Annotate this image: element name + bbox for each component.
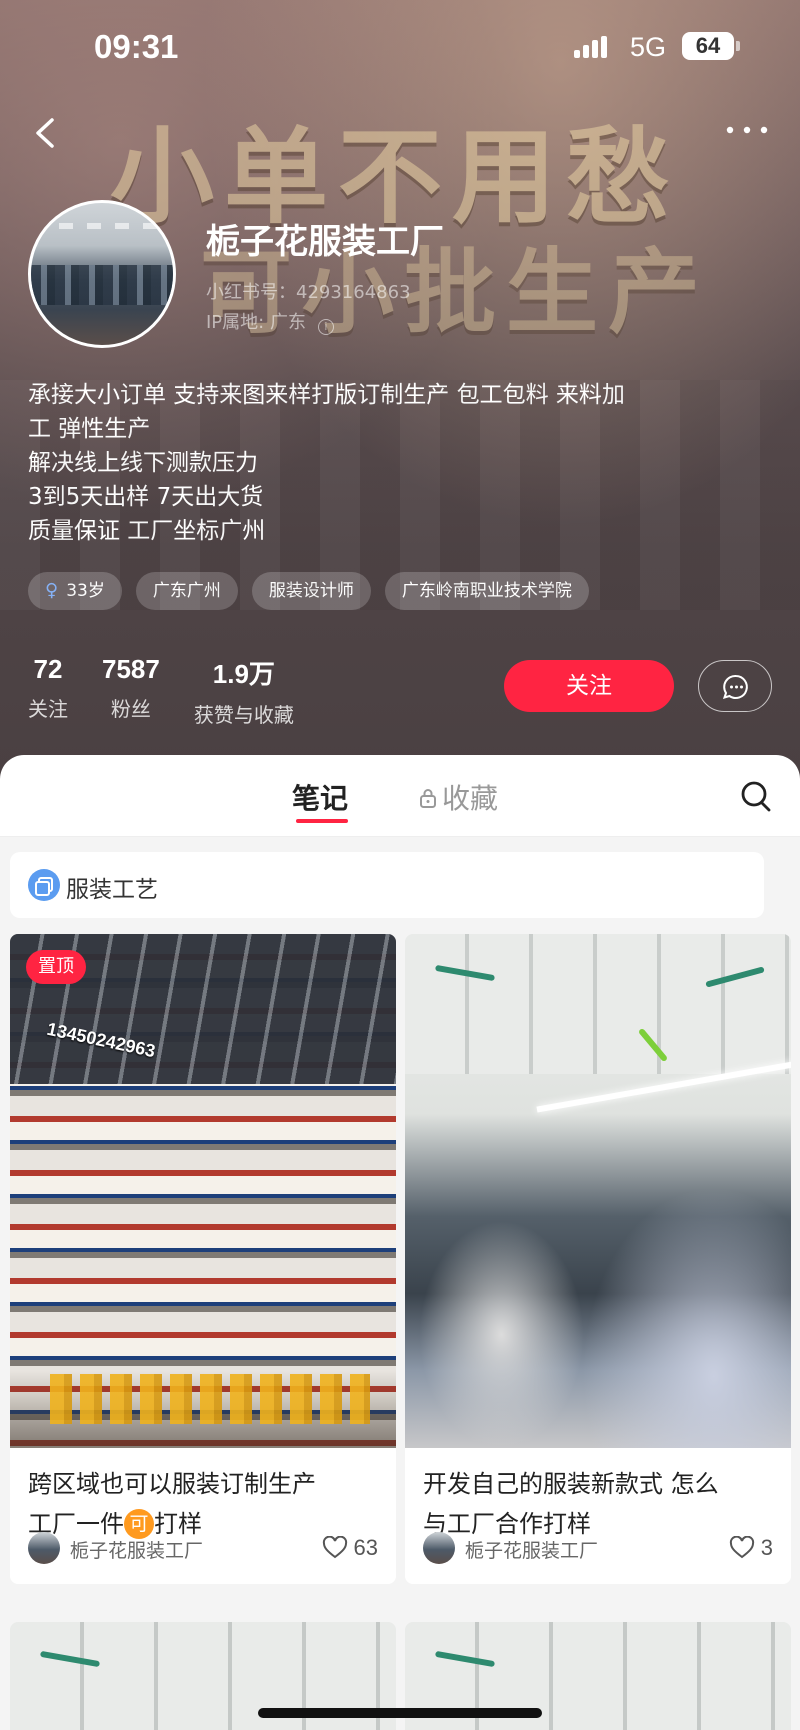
- chevron-left-icon: [36, 118, 54, 148]
- bio-line: 3到5天出样 7天出大货: [28, 484, 264, 510]
- tab-collections-label: 收藏: [442, 782, 499, 815]
- network-type: 5G: [630, 32, 667, 62]
- more-dots-icon: [726, 126, 768, 134]
- home-indicator[interactable]: [258, 1708, 542, 1718]
- tag-age: ♀ 33岁: [28, 572, 122, 610]
- avatar[interactable]: [28, 200, 176, 348]
- stat-following-value: 72: [33, 654, 63, 684]
- like-count: 63: [353, 1535, 378, 1560]
- profile-stats: 72 关注 7587 粉丝 1.9万 获赞与收藏: [28, 654, 328, 728]
- profile-header: 小单不用愁 可小批生产 09:31 5G 64 栀子花服装工厂 小红书号：429…: [0, 0, 800, 790]
- tab-collections[interactable]: 收藏: [418, 777, 498, 817]
- bio-line: 质量保证 工厂坐标广州: [28, 518, 266, 544]
- pinned-badge: 置顶: [26, 950, 86, 984]
- battery-icon: 64: [682, 32, 740, 60]
- status-bar: 09:31 5G 64: [0, 0, 800, 95]
- author-avatar: [423, 1532, 455, 1564]
- follow-button[interactable]: 关注: [504, 660, 674, 712]
- battery-level: 64: [695, 33, 721, 58]
- signal-icon: [574, 36, 607, 58]
- bio-line: 工 弹性生产: [28, 416, 151, 442]
- cover-overlay-text: 13450242963: [45, 1018, 158, 1062]
- note-footer: 栀子花服装工厂 3: [423, 1532, 773, 1564]
- ceiling-fan-shape: [39, 1650, 101, 1668]
- ceiling-fan-shape: [434, 1650, 496, 1668]
- ip-location-label: IP属地: 广东: [206, 312, 306, 333]
- ceiling-fan-shape: [434, 964, 496, 982]
- ip-location[interactable]: IP属地: 广东 i: [206, 308, 334, 335]
- stat-followers-label: 粉丝: [110, 697, 151, 721]
- heart-icon: [322, 1536, 347, 1559]
- info-icon: i: [317, 319, 334, 335]
- collection-chip[interactable]: 服装工艺: [10, 852, 764, 918]
- ceiling-fan-shape: [637, 1027, 669, 1063]
- ceiling-fan-shape: [705, 966, 765, 988]
- profile-name: 栀子花服装工厂: [206, 222, 444, 262]
- tab-notes[interactable]: 笔记: [292, 777, 348, 817]
- profile-tags: ♀ 33岁 广东广州 服装设计师 广东岭南职业技术学院: [28, 572, 589, 610]
- stat-likes[interactable]: 1.9万 获赞与收藏: [194, 654, 294, 728]
- back-button[interactable]: [30, 108, 70, 158]
- lock-icon: [420, 789, 436, 808]
- author-name: 栀子花服装工厂: [465, 1540, 599, 1562]
- bio-line: 承接大小订单 支持来图来样打版订制生产 包工包料 来料加: [28, 382, 625, 408]
- note-card[interactable]: 开发自己的服装新款式 怎么 与工厂合作打样 栀子花服装工厂 3: [405, 934, 791, 1584]
- author-avatar: [28, 1532, 60, 1564]
- note-title-text: 跨区域也可以服装订制生产: [28, 1470, 316, 1498]
- tag-age-label: 33岁: [66, 581, 105, 601]
- note-cover-image: 置顶 13450242963: [10, 934, 396, 1448]
- note-title-text: 开发自己的服装新款式 怎么: [423, 1470, 719, 1498]
- heart-icon: [729, 1536, 754, 1559]
- note-footer: 栀子花服装工厂 63: [28, 1532, 378, 1564]
- stat-likes-value: 1.9万: [212, 659, 275, 689]
- tag-location: 广东广州: [135, 572, 238, 610]
- like-count: 3: [760, 1535, 773, 1560]
- profile-id: 小红书号：4293164863: [206, 282, 411, 303]
- stat-followers[interactable]: 7587 粉丝: [102, 654, 160, 728]
- tag-school: 广东岭南职业技术学院: [384, 572, 589, 610]
- stat-following-label: 关注: [28, 697, 68, 721]
- content-tabs: 笔记 收藏: [0, 755, 800, 837]
- chat-bubble-icon: [722, 674, 748, 700]
- search-button[interactable]: [740, 780, 772, 814]
- stat-followers-value: 7587: [102, 654, 160, 684]
- status-time: 09:31: [94, 28, 179, 65]
- bio-line: 解决线上线下测款压力: [28, 450, 258, 476]
- collection-icon: [28, 869, 60, 901]
- more-button[interactable]: [722, 110, 772, 150]
- like-button[interactable]: 63: [322, 1532, 378, 1564]
- note-card[interactable]: 置顶 13450242963 跨区域也可以服装订制生产 工厂一件可打样 栀子花服…: [10, 934, 396, 1584]
- tag-profession: 服装设计师: [251, 572, 371, 610]
- active-tab-indicator: [296, 819, 348, 823]
- note-cover-image: [405, 934, 791, 1448]
- stat-likes-label: 获赞与收藏: [193, 703, 294, 727]
- collection-label: 服装工艺: [66, 877, 158, 903]
- search-icon: [741, 781, 771, 812]
- profile-bio: 承接大小订单 支持来图来样打版订制生产 包工包料 来料加 工 弹性生产 解决线上…: [28, 378, 768, 548]
- stat-following[interactable]: 72 关注: [28, 654, 68, 728]
- like-button[interactable]: 3: [729, 1532, 773, 1564]
- profile-page: 小单不用愁 可小批生产 09:31 5G 64 栀子花服装工厂 小红书号：429…: [0, 0, 800, 1730]
- author-name: 栀子花服装工厂: [70, 1540, 204, 1562]
- message-button[interactable]: [698, 660, 772, 712]
- female-icon: ♀: [45, 580, 59, 601]
